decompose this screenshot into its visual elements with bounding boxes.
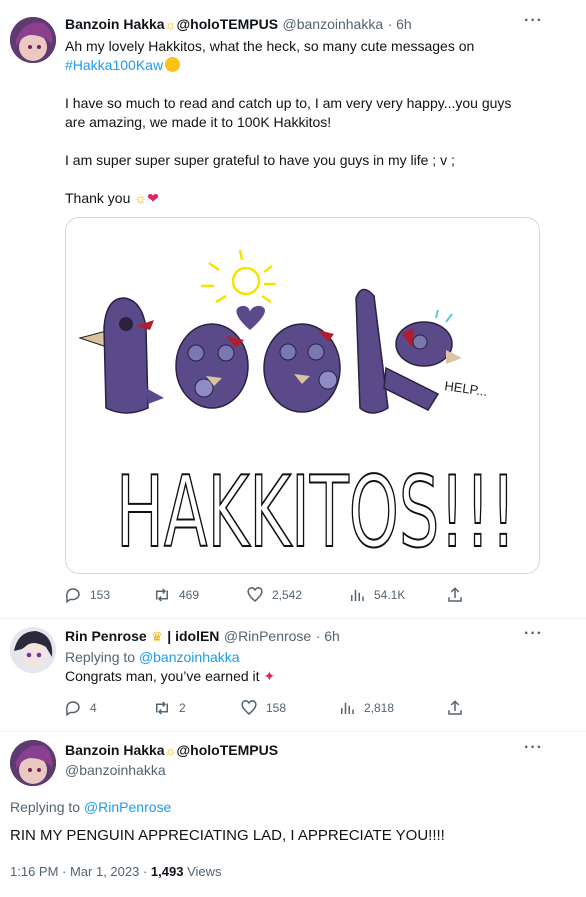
reply-count: 4 xyxy=(90,701,97,715)
tweet-timestamp: 1:16 PM · Mar 1, 2023 · 1,493 Views xyxy=(10,864,222,879)
like-icon xyxy=(247,587,263,602)
like-count: 158 xyxy=(266,701,287,715)
views-button[interactable]: 54.1K xyxy=(348,586,405,604)
share-icon xyxy=(448,587,462,602)
sun-icon: ☼ xyxy=(164,743,177,758)
avatar[interactable] xyxy=(10,627,56,673)
reply-icon xyxy=(65,588,80,604)
retweet-count: 469 xyxy=(179,588,200,602)
tweet1-header: Banzoin Hakka☼@holoTEMPUS @banzoinhakka … xyxy=(65,16,412,34)
share-button[interactable] xyxy=(446,586,464,604)
display-name[interactable]: Rin Penrose xyxy=(65,628,147,644)
tweet2-header: Rin Penrose ♛ | idolEN @RinPenrose · 6h xyxy=(65,628,340,646)
tweet2-text: Congrats man, you’ve earned it ✦ xyxy=(65,668,276,684)
like-icon xyxy=(241,700,257,715)
tweet3-header: Banzoin Hakka☼@holoTEMPUS xyxy=(65,742,278,760)
replying-to: Replying to @RinPenrose xyxy=(10,799,172,815)
avatar[interactable] xyxy=(10,17,56,63)
handle[interactable]: @RinPenrose xyxy=(224,628,311,644)
like-count: 2,542 xyxy=(272,588,303,602)
share-icon xyxy=(448,700,462,715)
replying-to-link[interactable]: @banzoinhakka xyxy=(139,649,240,665)
penguin-3 xyxy=(263,323,341,413)
display-name[interactable]: Banzoin Hakka xyxy=(65,16,165,32)
blush-emoji-icon xyxy=(165,57,181,72)
replying-to: Replying to @banzoinhakka xyxy=(65,649,240,665)
timestamp[interactable]: · 6h xyxy=(316,628,340,644)
more-icon[interactable]: ··· xyxy=(524,625,543,643)
divider xyxy=(0,618,586,619)
sun-icon: ☼ xyxy=(164,17,177,32)
hashtag-link[interactable]: #Hakka100Kaw xyxy=(65,57,163,73)
reply-button[interactable]: 4 xyxy=(64,699,97,717)
handle[interactable]: @banzoinhakka xyxy=(65,762,166,778)
views-button[interactable]: 2,818 xyxy=(338,699,394,717)
tweet-text-line: are amazing, we made it to 100K Hakkitos… xyxy=(65,114,332,130)
crown-icon: ♛ xyxy=(151,629,163,644)
more-icon[interactable]: ··· xyxy=(524,12,543,30)
reply-count: 153 xyxy=(90,588,111,602)
tweet-image[interactable]: HELP... HAKKITOS!!! xyxy=(65,217,540,574)
tweet3-text: RIN MY PENGUIN APPRECIATING LAD, I APPRE… xyxy=(10,827,445,844)
heart-icon: ❤ xyxy=(147,190,159,206)
drawn-heart xyxy=(236,305,265,330)
views-icon xyxy=(341,702,354,714)
display-name-suffix: | idolEN xyxy=(167,628,220,644)
drawn-text-hakkitos: HAKKITOS!!! xyxy=(116,456,516,570)
retweet-icon xyxy=(156,588,168,602)
retweet-icon xyxy=(156,701,168,715)
display-name[interactable]: Banzoin Hakka xyxy=(65,742,165,758)
avatar[interactable] xyxy=(10,740,56,786)
tweet-text-line: Thank you xyxy=(65,190,131,206)
drawn-sun xyxy=(201,249,276,304)
retweet-button[interactable]: 469 xyxy=(153,586,199,604)
help-text: HELP... xyxy=(444,378,489,399)
handle-badge: @holoTEMPUS xyxy=(176,742,279,758)
more-icon[interactable]: ··· xyxy=(524,739,543,757)
sun-icon: ☼ xyxy=(134,190,148,206)
penguin-4 xyxy=(355,288,462,414)
party-popper-icon: ✦ xyxy=(263,668,276,684)
retweet-count: 2 xyxy=(179,701,186,715)
handle-badge: @holoTEMPUS xyxy=(176,16,279,32)
penguin-2 xyxy=(175,323,249,409)
tweet1-body: Ah my lovely Hakkitos, what the heck, so… xyxy=(65,37,535,208)
views-count: 2,818 xyxy=(364,701,395,715)
share-button[interactable] xyxy=(446,699,464,717)
timestamp[interactable]: · 6h xyxy=(388,16,412,32)
divider xyxy=(0,731,586,732)
reply-icon xyxy=(65,701,80,717)
like-button[interactable]: 2,542 xyxy=(246,586,302,604)
tweet-text-line: Ah my lovely Hakkitos, what the heck, so… xyxy=(65,38,475,54)
retweet-button[interactable]: 2 xyxy=(153,699,186,717)
tweet-text-line: I am super super super grateful to have … xyxy=(65,152,455,168)
reply-button[interactable]: 153 xyxy=(64,586,110,604)
views-icon xyxy=(351,589,364,601)
like-button[interactable]: 158 xyxy=(240,699,286,717)
tweet-text-line: I have so much to read and catch up to, … xyxy=(65,95,512,111)
views-count: 1,493 xyxy=(150,864,184,879)
views-count: 54.1K xyxy=(374,588,406,602)
handle[interactable]: @banzoinhakka xyxy=(283,16,384,32)
penguin-1 xyxy=(78,297,164,414)
replying-to-link[interactable]: @RinPenrose xyxy=(84,799,171,815)
